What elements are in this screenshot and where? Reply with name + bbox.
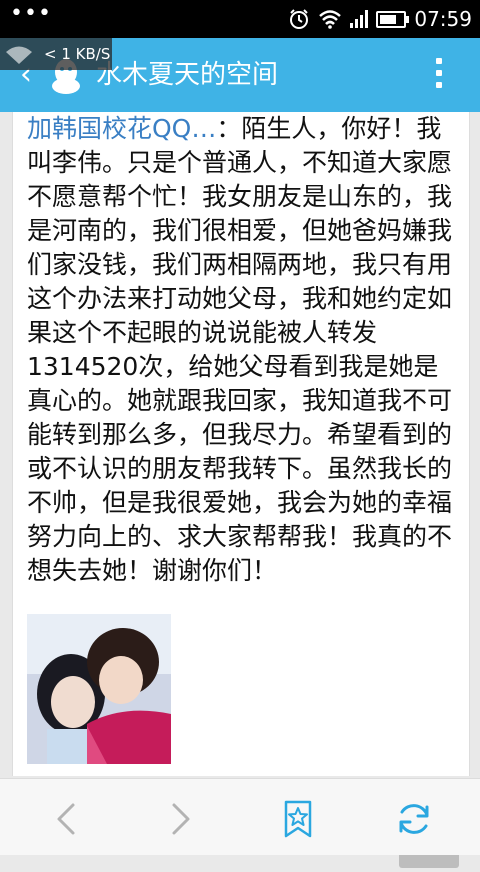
wifi-icon xyxy=(319,10,342,29)
post-card: 加韩国校花QQ…：陌生人，你好！我叫李伟。只是个普通人，不知道大家愿不愿意帮个忙… xyxy=(12,112,470,868)
post-body: 加韩国校花QQ…：陌生人，你好！我叫李伟。只是个普通人，不知道大家愿不愿意帮个忙… xyxy=(27,112,455,588)
net-speed-overlay: < 1 KB/S xyxy=(0,38,112,70)
bottom-toolbar xyxy=(0,778,480,855)
author-link[interactable]: 加韩国校花QQ… xyxy=(27,114,216,143)
alarm-icon xyxy=(290,9,309,29)
couple-photo-image xyxy=(27,614,171,764)
signal-icon xyxy=(350,10,369,28)
page-title: 水木夏天的空间 xyxy=(96,60,279,90)
battery-icon xyxy=(376,10,410,28)
status-icons: 07:59 xyxy=(288,0,472,38)
back-nav-icon[interactable] xyxy=(48,799,88,839)
status-bar: ••• 07:59 xyxy=(0,0,480,38)
bookmark-star-icon[interactable] xyxy=(278,799,318,839)
post-text: 陌生人，你好！我叫李伟。只是个普通人，不知道大家愿不愿意帮个忙！我女朋友是山东的… xyxy=(27,114,453,585)
author-separator: ： xyxy=(216,114,242,143)
overflow-menu-icon[interactable] xyxy=(436,58,442,94)
post-photo[interactable] xyxy=(27,614,171,764)
wifi-small-icon xyxy=(6,46,32,64)
forward-nav-icon[interactable] xyxy=(160,799,200,839)
status-time: 07:59 xyxy=(414,7,472,31)
net-speed-label: < 1 KB/S xyxy=(44,45,111,63)
refresh-icon[interactable] xyxy=(394,799,434,839)
more-dots-icon: ••• xyxy=(10,1,52,26)
